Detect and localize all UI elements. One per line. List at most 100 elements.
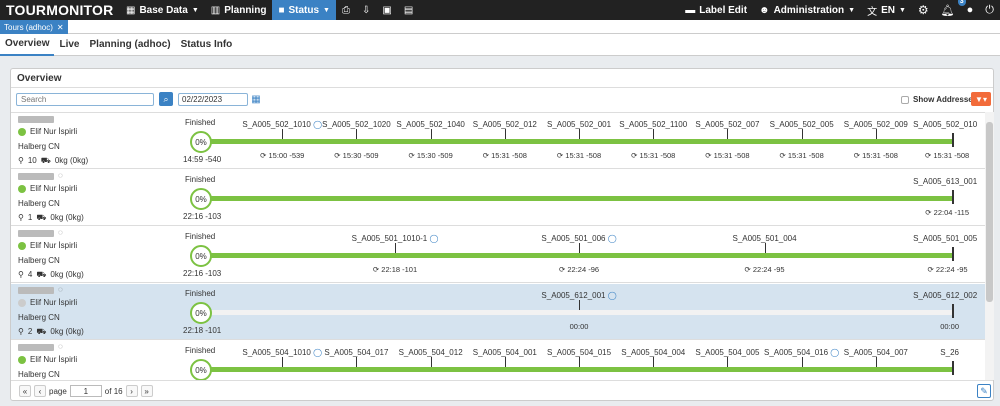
- timeline-stop[interactable]: S_A005_613_001 ⟳ 22:04 -115: [913, 170, 977, 226]
- nav-item-0[interactable]: ▦ Base Data ▼: [120, 0, 205, 20]
- tab-live[interactable]: Live: [54, 34, 84, 56]
- stop-name: S_A005_504_007: [844, 348, 908, 357]
- stop-name: S_A005_502_009: [844, 120, 908, 129]
- tour-row[interactable]: Elif Nur İspirli Halberg CN ⚲ 10 ⛟ 0kg (0kg) F…: [11, 113, 985, 169]
- comment-icon[interactable]: ◌: [58, 228, 63, 237]
- tour-row[interactable]: ◌ Elif Nur İspirli Halberg CN ⚲ 1 ⛟ 0kg (0kg) F…: [11, 170, 985, 226]
- timeline-stop[interactable]: S_A005_501_1010-1 ◯ ⟳ 22:18 -101: [352, 227, 439, 283]
- open-tab-tours-adhoc[interactable]: Tours (adhoc) ✕: [0, 20, 68, 34]
- timeline-stop[interactable]: S_A005_502_009 ⟳ 15:31 -508: [844, 113, 908, 169]
- search-input[interactable]: [16, 93, 154, 106]
- comment-icon[interactable]: ◯: [608, 291, 617, 300]
- nav-item-3[interactable]: ⎙: [336, 0, 356, 20]
- tour-row[interactable]: ◌Elif Nur İspirliHalberg CN⚲10⛟0kg (0kg)…: [11, 341, 985, 380]
- check-icon: ⟳: [925, 208, 932, 217]
- nav-item-4[interactable]: ⇩: [356, 0, 376, 20]
- filter-button[interactable]: ▼▾: [971, 92, 991, 106]
- stop-marker: [653, 129, 655, 139]
- stop-marker: [356, 357, 358, 367]
- settings-button[interactable]: ⚙: [912, 0, 935, 20]
- close-tab-icon[interactable]: ✕: [57, 23, 64, 32]
- tab-overview[interactable]: Overview: [0, 34, 55, 56]
- next-page-button[interactable]: ›: [125, 385, 138, 397]
- timeline-stop[interactable]: S_A005_502_1100 ⟳ 15:31 -508: [619, 113, 687, 169]
- comment-icon[interactable]: ◯: [313, 348, 322, 357]
- stop-name-text: S_A005_504_017: [324, 348, 389, 357]
- timeline-stop[interactable]: S_26⟳ 22:34 -85: [927, 341, 967, 380]
- stop-name-text: S_A005_504_012: [398, 348, 463, 357]
- timeline-stop[interactable]: S_A005_502_1010 ◯ ⟳ 15:00 -539: [242, 113, 322, 169]
- logout-button[interactable]: ⏻: [979, 0, 1000, 20]
- nav-item-2[interactable]: ■ Status ▼: [272, 0, 336, 20]
- timeline-stop[interactable]: S_A005_501_005 ⟳ 22:24 -95: [913, 227, 977, 283]
- tour-row[interactable]: ◌ Elif Nur İspirli Halberg CN ⚲ 2 ⛟ 0kg (0kg) F…: [11, 284, 985, 340]
- date-input[interactable]: 02/22/2023: [178, 93, 248, 106]
- comment-icon[interactable]: ◯: [608, 234, 617, 243]
- notifications-button[interactable]: 🔔︎ 3: [935, 0, 966, 20]
- label-edit-menu[interactable]: ▬ Label Edit: [679, 0, 753, 20]
- timeline-stop[interactable]: S_A005_502_010 ⟳ 15:31 -508: [913, 113, 977, 169]
- stop-name-text: S_A005_501_004: [732, 234, 797, 243]
- timeline-stop[interactable]: S_A005_504_015⟳ 22:33 -86: [547, 341, 611, 380]
- comment-icon[interactable]: ◌: [58, 342, 63, 351]
- comment-icon[interactable]: ◯: [313, 120, 322, 129]
- timeline-stop[interactable]: S_A005_501_006 ◯ ⟳ 22:24 -96: [541, 227, 616, 283]
- show-addresses-checkbox[interactable]: [901, 95, 909, 104]
- tour-row[interactable]: ◌ Elif Nur İspirli Halberg CN ⚲ 4 ⛟ 0kg (0kg) F…: [11, 227, 985, 283]
- comment-icon[interactable]: ◌: [58, 285, 63, 294]
- timeline-stop[interactable]: S_A005_504_005⟳ 22:33 -86: [695, 341, 759, 380]
- timeline-stop[interactable]: S_A005_612_002 00:00: [913, 284, 977, 340]
- timeline-stop[interactable]: S_A005_504_016 ◯⟳ 22:34 -85: [764, 341, 839, 380]
- stop-time: ⟳ 22:24 -95: [927, 265, 967, 274]
- timeline-stop[interactable]: S_A005_502_1020 ⟳ 15:30 -509: [322, 113, 391, 169]
- timeline-stop[interactable]: S_A005_504_1010 ◯⟳ 22:33 -86: [242, 341, 322, 380]
- tab-planning-adhoc[interactable]: Planning (adhoc): [85, 34, 176, 56]
- timeline-stop[interactable]: S_A005_612_001 ◯ 00:00: [541, 284, 616, 340]
- panel-toolbar: ⌕ 02/22/2023 ▦ Show Addresses ▼▾: [11, 88, 993, 112]
- language-menu[interactable]: 文 EN ▼: [861, 0, 912, 20]
- timeline-stop[interactable]: S_A005_501_004 ⟳ 22:24 -95: [733, 227, 797, 283]
- stop-time: 00:00: [940, 322, 959, 331]
- nav-item-5[interactable]: ▣: [376, 0, 397, 20]
- timeline-stop[interactable]: S_A005_502_005 ⟳ 15:31 -508: [770, 113, 834, 169]
- timeline-stop[interactable]: S_A005_502_001 ⟳ 15:31 -508: [547, 113, 611, 169]
- search-button[interactable]: ⌕: [159, 92, 173, 106]
- stop-name-text: S_A005_502_001: [547, 120, 612, 129]
- nav-item-1[interactable]: ▥ Planning: [205, 0, 273, 20]
- nav-item-6[interactable]: ▤: [398, 0, 419, 20]
- nav-item-label: Base Data: [139, 4, 188, 16]
- tab-status-info[interactable]: Status Info: [176, 34, 238, 56]
- calendar-button[interactable]: ▦: [249, 92, 263, 106]
- scrollbar-thumb[interactable]: [986, 122, 993, 302]
- show-addresses-toggle[interactable]: Show Addresses: [901, 95, 977, 104]
- last-page-button[interactable]: »: [140, 385, 153, 397]
- timeline-stop[interactable]: S_A005_502_1040 ⟳ 15:30 -509: [396, 113, 465, 169]
- page-number-input[interactable]: 1: [69, 385, 102, 397]
- timeline-stop[interactable]: S_A005_502_012 ⟳ 15:31 -508: [473, 113, 537, 169]
- stop-name: S_A005_501_1010-1 ◯: [352, 234, 439, 243]
- stop-time: ⟳ 22:04 -115: [925, 208, 969, 217]
- prev-page-button[interactable]: ‹: [34, 385, 46, 397]
- vertical-scrollbar[interactable]: [985, 112, 994, 380]
- tour-stats: ⚲ 10 ⛟ 0kg (0kg): [18, 156, 88, 166]
- timeline-stop[interactable]: S_A005_504_017⟳ 22:33 -86: [324, 341, 388, 380]
- progress-bar: [211, 253, 953, 258]
- comment-icon[interactable]: ◯: [830, 348, 839, 357]
- comment-icon[interactable]: ◯: [429, 234, 438, 243]
- timeline-stop[interactable]: S_A005_504_007⟳ 22:34 -85: [844, 341, 908, 380]
- administration-menu[interactable]: ☻ Administration ▼: [753, 0, 861, 20]
- nav-icon: ▥: [210, 4, 221, 16]
- nav-icon: ▦: [126, 4, 136, 16]
- brand-logo[interactable]: TOURMONITOR: [0, 2, 120, 18]
- nav-icon: ▣: [382, 4, 392, 16]
- plate-redacted: [18, 344, 54, 351]
- caret-down-icon: ▼: [898, 6, 906, 14]
- comment-icon[interactable]: ◌: [58, 171, 63, 180]
- timeline-stop[interactable]: S_A005_502_007 ⟳ 15:31 -508: [695, 113, 759, 169]
- stop-name: S_A005_502_007: [695, 120, 759, 129]
- edit-button[interactable]: ✎: [977, 384, 991, 398]
- timeline-stop[interactable]: S_A005_504_012⟳ 22:33 -86: [399, 341, 463, 380]
- first-page-button[interactable]: «: [19, 385, 31, 397]
- timeline-stop[interactable]: S_A005_504_001⟳ 22:33 -86: [473, 341, 537, 380]
- timeline-stop[interactable]: S_A005_504_004⟳ 22:33 -86: [621, 341, 685, 380]
